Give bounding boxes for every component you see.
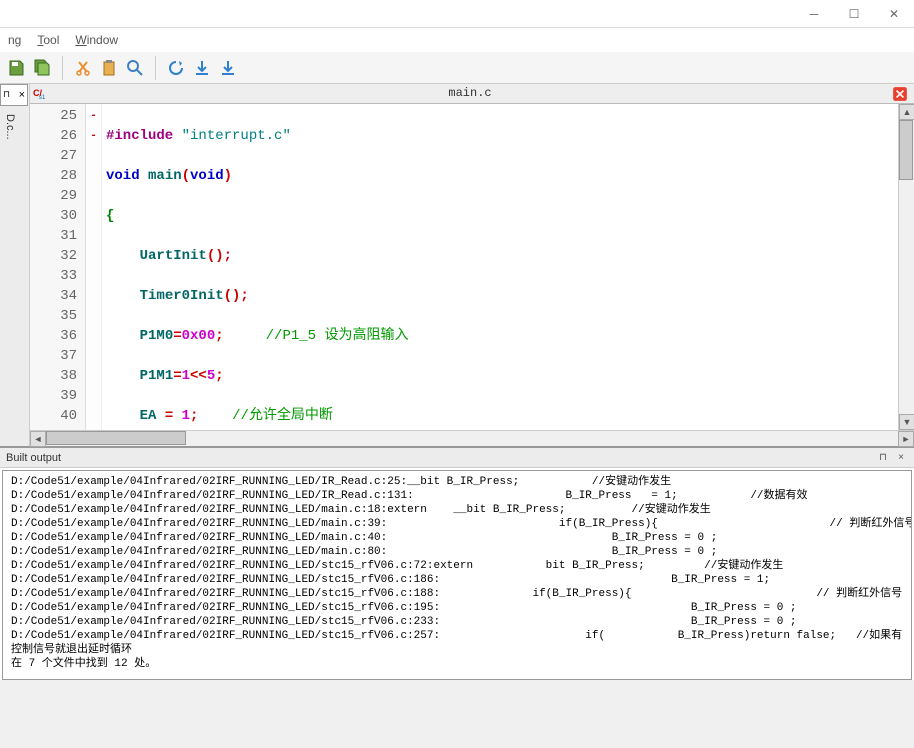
- menu-bar: ng Tool Window: [0, 28, 914, 52]
- project-sidebar: ⊓ × D.c...: [0, 84, 30, 446]
- cut-button[interactable]: [71, 56, 95, 80]
- toolbar-separator: [62, 56, 63, 80]
- maximize-button[interactable]: ☐: [834, 0, 874, 28]
- horizontal-scrollbar[interactable]: ◄ ►: [30, 430, 914, 446]
- code-editor[interactable]: 25262728 29303132 33343536 37383940 -- #…: [30, 104, 914, 430]
- tab-close-icon[interactable]: [892, 86, 908, 102]
- editor-tab-bar: C/s1 main.c: [30, 84, 914, 104]
- scroll-left-icon[interactable]: ◄: [30, 431, 46, 447]
- save-button[interactable]: [4, 56, 28, 80]
- fold-column[interactable]: --: [86, 104, 102, 430]
- tab-title[interactable]: main.c: [48, 84, 892, 103]
- find-button[interactable]: [123, 56, 147, 80]
- output-panel: Built output ⊓ × D:/Code51/example/04Inf…: [0, 446, 914, 680]
- line-gutter: 25262728 29303132 33343536 37383940: [30, 104, 86, 430]
- scroll-down-icon[interactable]: ▼: [899, 414, 914, 430]
- scroll-right-icon[interactable]: ►: [898, 431, 914, 447]
- refresh-button[interactable]: [164, 56, 188, 80]
- output-text[interactable]: D:/Code51/example/04Infrared/02IRF_RUNNI…: [2, 470, 912, 680]
- sidebar-close-icon[interactable]: ×: [19, 89, 25, 101]
- output-close-icon[interactable]: ×: [894, 451, 908, 465]
- svg-text:s1: s1: [39, 95, 46, 100]
- code-text[interactable]: #include "interrupt.c" void main(void) {…: [102, 104, 914, 430]
- output-pin-icon[interactable]: ⊓: [876, 451, 890, 465]
- window-titlebar: ─ ☐ ✕: [0, 0, 914, 28]
- close-button[interactable]: ✕: [874, 0, 914, 28]
- menu-window[interactable]: Window: [71, 31, 122, 49]
- file-type-icon: C/s1: [32, 86, 46, 100]
- download-button[interactable]: [190, 56, 214, 80]
- vertical-scrollbar[interactable]: ▲ ▼: [898, 104, 914, 430]
- menu-tool[interactable]: Tool: [33, 31, 63, 49]
- pin-icon[interactable]: ⊓: [3, 89, 10, 101]
- minimize-button[interactable]: ─: [794, 0, 834, 28]
- editor-pane: C/s1 main.c 25262728 29303132 33343536 3…: [30, 84, 914, 446]
- scroll-up-icon[interactable]: ▲: [899, 104, 914, 120]
- sidebar-header: ⊓ ×: [0, 84, 28, 106]
- paste-button[interactable]: [97, 56, 121, 80]
- toolbar: [0, 52, 914, 84]
- download2-button[interactable]: [216, 56, 240, 80]
- save-all-button[interactable]: [30, 56, 54, 80]
- output-title: Built output: [6, 452, 872, 464]
- scroll-thumb[interactable]: [46, 431, 186, 445]
- scroll-thumb[interactable]: [899, 120, 913, 180]
- output-header: Built output ⊓ ×: [0, 448, 914, 468]
- toolbar-separator: [155, 56, 156, 80]
- menu-ng[interactable]: ng: [4, 31, 25, 49]
